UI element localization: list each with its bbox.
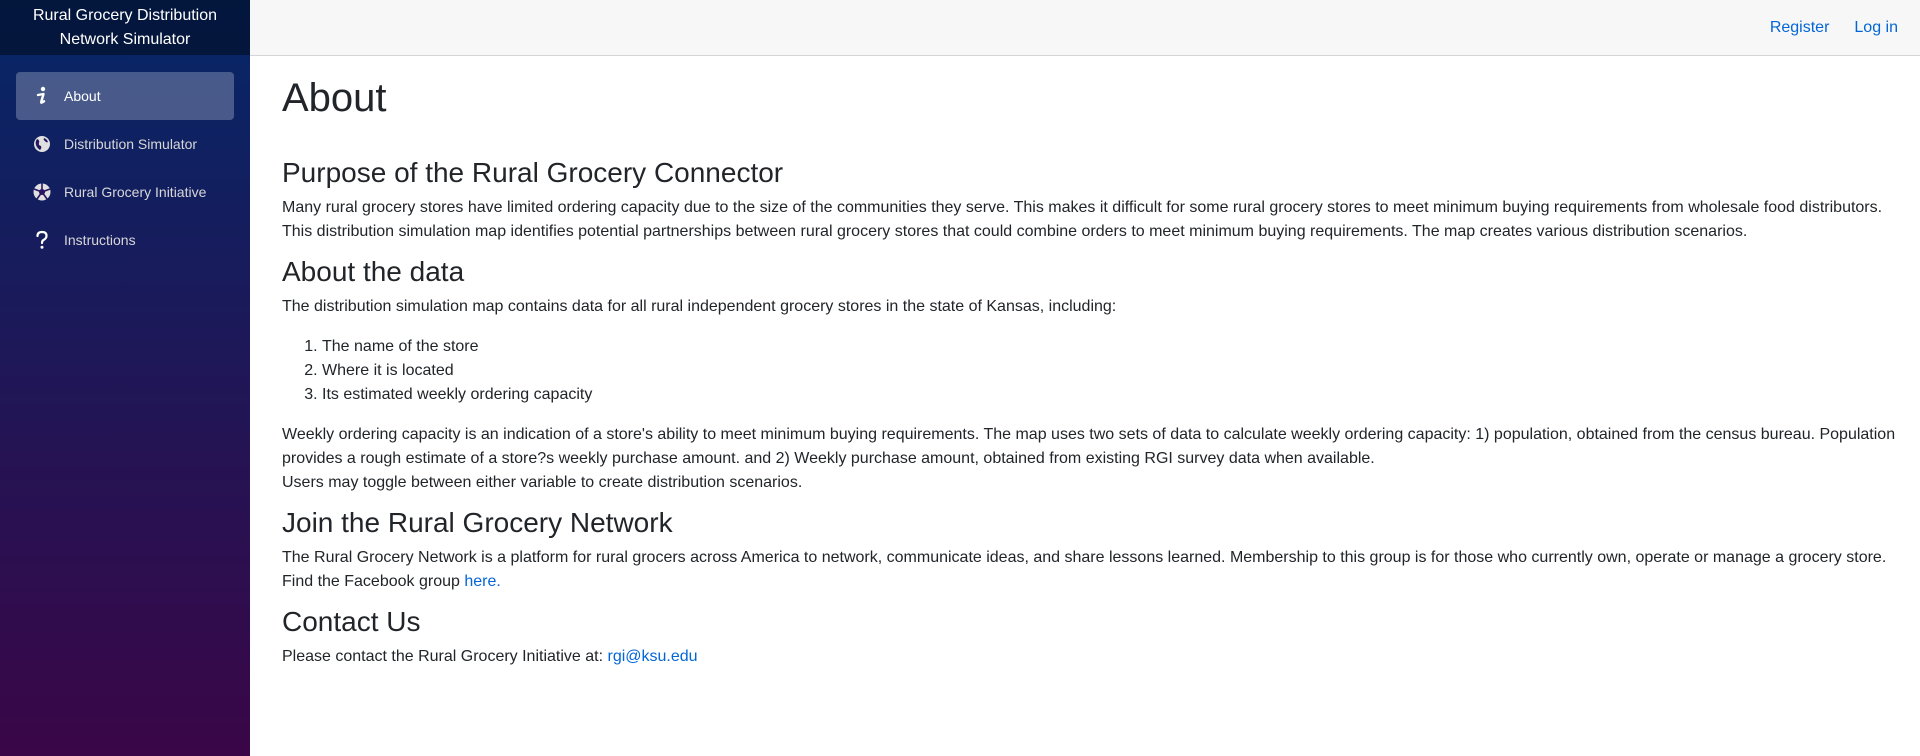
app-brand[interactable]: Rural Grocery Distribution Network Simul…	[0, 0, 250, 55]
question-icon	[30, 228, 54, 252]
list-item: Its estimated weekly ordering capacity	[322, 383, 1900, 407]
contact-heading: Contact Us	[282, 606, 421, 637]
contact-text: Please contact the Rural Grocery Initiat…	[282, 648, 608, 665]
login-link[interactable]: Log in	[1854, 19, 1898, 37]
nav-item-about[interactable]: About	[16, 72, 234, 120]
contact-paragraph: Please contact the Rural Grocery Initiat…	[282, 645, 1900, 669]
nav-item-rural-grocery-initiative[interactable]: Rural Grocery Initiative	[16, 168, 234, 216]
top-bar: Register Log in	[250, 0, 1920, 56]
data-intro: The distribution simulation map contains…	[282, 298, 1117, 315]
nav-item-label: Instructions	[64, 232, 136, 248]
globe-icon	[30, 132, 54, 156]
capacity-text: Weekly ordering capacity is an indicatio…	[282, 426, 1896, 467]
sidebar: Rural Grocery Distribution Network Simul…	[0, 0, 250, 756]
join-heading: Join the Rural Grocery Network	[282, 507, 673, 538]
page-title: About	[282, 76, 387, 120]
aperture-icon	[30, 180, 54, 204]
data-list: The name of the store Where it is locate…	[282, 335, 1900, 407]
sidebar-nav: About Distribution Simulator Rural Groce…	[0, 55, 250, 264]
nav-item-label: Rural Grocery Initiative	[64, 184, 207, 200]
purpose-text: Many rural grocery stores have limited o…	[282, 199, 1883, 240]
nav-item-distribution-simulator[interactable]: Distribution Simulator	[16, 120, 234, 168]
list-item: The name of the store	[322, 335, 1900, 359]
email-link[interactable]: rgi@ksu.edu	[607, 648, 697, 665]
info-icon	[30, 84, 54, 108]
nav-item-label: About	[64, 88, 101, 104]
nav-item-label: Distribution Simulator	[64, 136, 198, 152]
toggle-text: Users may toggle between either variable…	[282, 474, 803, 491]
join-paragraph: The Rural Grocery Network is a platform …	[282, 546, 1900, 594]
app-title[interactable]: Rural Grocery Distribution Network Simul…	[14, 4, 236, 52]
main-content: About Purpose of the Rural Grocery Conne…	[282, 56, 1900, 669]
purpose-heading: Purpose of the Rural Grocery Connector	[282, 157, 784, 188]
data-heading: About the data	[282, 256, 465, 287]
nav-item-instructions[interactable]: Instructions	[16, 216, 234, 264]
facebook-group-link[interactable]: here.	[464, 573, 500, 590]
register-link[interactable]: Register	[1770, 19, 1830, 37]
list-item: Where it is located	[322, 359, 1900, 383]
join-text: The Rural Grocery Network is a platform …	[282, 549, 1887, 590]
